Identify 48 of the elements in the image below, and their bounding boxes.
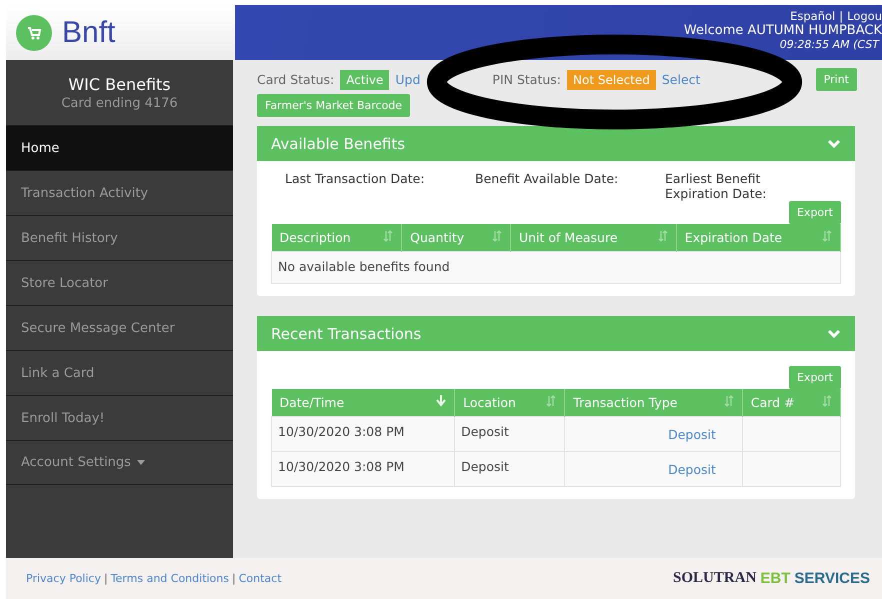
column-header[interactable]: Quantity: [402, 224, 510, 252]
welcome-text: Welcome AUTUMN HUMPBACK: [684, 23, 882, 38]
nav-item[interactable]: Account Settings: [6, 440, 233, 485]
date-label: Benefit Available Date:: [475, 171, 620, 188]
logo-icon: [16, 14, 52, 50]
date-label: Earliest Benefit Expiration Date:: [665, 171, 768, 201]
nav-item[interactable]: Home: [6, 125, 233, 170]
export-button[interactable]: Export: [788, 201, 841, 224]
caret-icon: [136, 458, 145, 468]
barcode-button[interactable]: Farmer's Market Barcode: [257, 94, 410, 117]
table-cell: 10/30/2020 3:08 PM: [272, 416, 455, 452]
card-status-label: Card Status:: [257, 72, 334, 87]
export-button[interactable]: Export: [788, 366, 841, 389]
logo-text: Bnft: [62, 16, 116, 50]
transaction-type-link[interactable]: Deposit: [668, 462, 716, 477]
column-header[interactable]: Transaction Type: [564, 389, 742, 416]
table-cell: Deposit: [454, 416, 565, 452]
transaction-type-link[interactable]: Deposit: [668, 427, 716, 442]
header-link[interactable]: Logou: [847, 9, 882, 23]
column-header[interactable]: Unit of Measure: [510, 224, 676, 252]
card-number: Card ending 4176: [61, 96, 178, 110]
status-badge: Not Selected: [567, 70, 656, 90]
column-header[interactable]: Expiration Date: [676, 224, 840, 252]
print-button[interactable]: Print: [816, 68, 857, 91]
session-time: 09:28:55 AM (CST: [780, 38, 881, 51]
update-link[interactable]: Upd: [395, 72, 420, 87]
panel-title: Available Benefits: [271, 134, 406, 152]
sidebar-title: WIC Benefits: [68, 74, 171, 94]
date-label: Last Transaction Date:: [285, 171, 426, 188]
table-cell: 10/30/2020 3:08 PM: [272, 452, 455, 486]
table-cell: Deposit: [454, 452, 565, 486]
pin-status-label: PIN Status:: [492, 72, 562, 87]
select-link[interactable]: Select: [662, 72, 700, 87]
footer-link[interactable]: Contact: [238, 572, 282, 585]
footer-link[interactable]: Terms and Conditions: [110, 572, 229, 585]
empty-message: No available benefits found: [272, 252, 840, 284]
column-header[interactable]: Date/Time: [272, 389, 455, 416]
status-badge: Active: [340, 70, 390, 90]
header-link[interactable]: Español: [790, 9, 836, 23]
column-header[interactable]: Description: [272, 224, 402, 252]
panel-title: Recent Transactions: [271, 324, 422, 342]
footer-link[interactable]: Privacy Policy: [26, 572, 101, 585]
column-header[interactable]: Card #: [742, 389, 840, 416]
column-header[interactable]: Location: [454, 389, 565, 416]
separator: |: [839, 9, 844, 23]
brand-logo: SOLUTRAN EBT SERVICES: [673, 570, 870, 587]
separator: |: [104, 572, 108, 585]
separator: |: [232, 572, 236, 585]
